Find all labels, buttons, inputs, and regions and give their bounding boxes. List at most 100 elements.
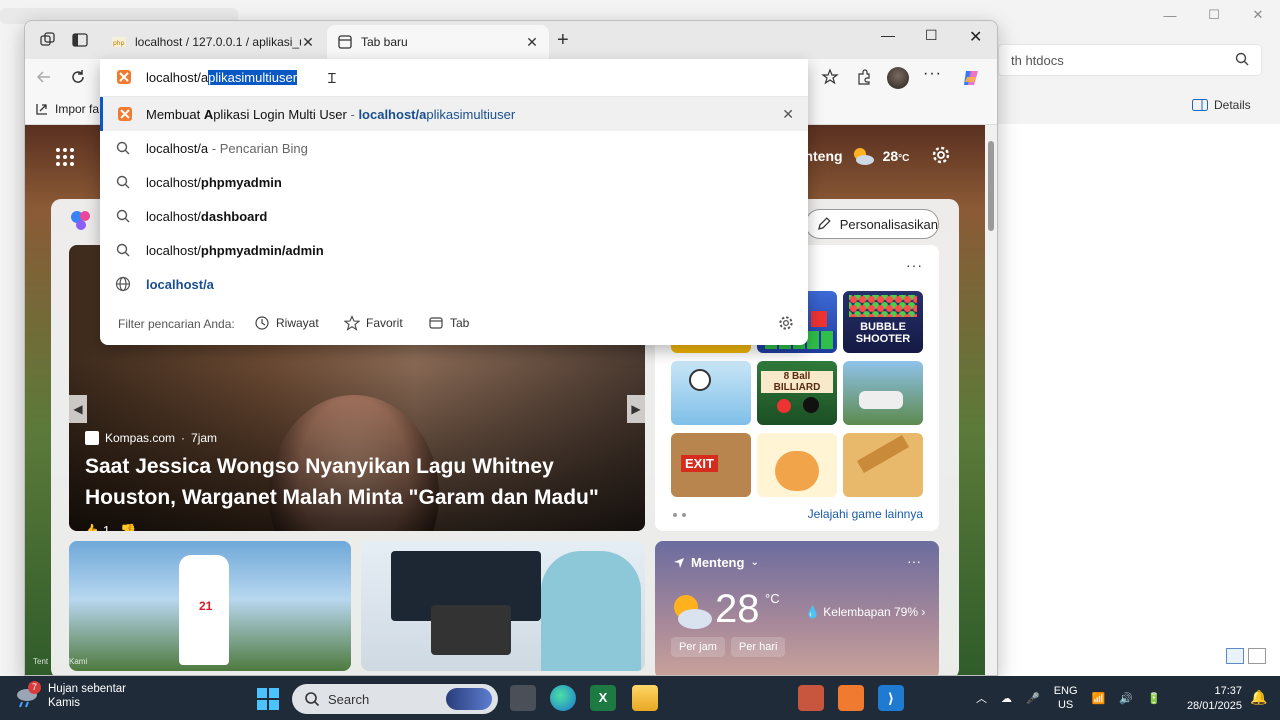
suggestion-search[interactable]: localhost/phpmyadmin/admin bbox=[100, 233, 808, 267]
import-favorites-button[interactable]: Impor fa bbox=[35, 102, 99, 116]
person-image bbox=[541, 551, 641, 671]
details-button[interactable]: Details bbox=[1192, 98, 1251, 112]
ball-eight bbox=[803, 397, 819, 413]
remove-suggestion-icon[interactable]: ✕ bbox=[782, 106, 794, 123]
wifi-icon[interactable]: 📶 bbox=[1092, 692, 1106, 705]
copilot-icon[interactable] bbox=[961, 68, 981, 88]
pager-dot[interactable] bbox=[682, 513, 686, 517]
xampp-favicon-icon bbox=[117, 70, 131, 84]
workspaces-icon[interactable] bbox=[39, 31, 57, 49]
close-tab-icon[interactable]: ✕ bbox=[525, 34, 539, 51]
carousel-next-arrow-icon[interactable]: ▶ bbox=[627, 395, 645, 423]
game-tile-wood-puzzle[interactable] bbox=[843, 433, 923, 497]
minimize-icon[interactable]: — bbox=[881, 27, 895, 43]
maximize-icon[interactable]: ☐ bbox=[1192, 0, 1236, 30]
battery-icon[interactable]: 🔋 bbox=[1147, 692, 1161, 705]
svg-text:php: php bbox=[113, 40, 125, 47]
weather-card[interactable]: Menteng ⌄ ··· 28 °C 💧 Kelembapan 79% › P… bbox=[655, 541, 939, 675]
typed-text: localhost/a bbox=[146, 70, 209, 85]
personalize-button[interactable]: Personalisasikan bbox=[805, 209, 939, 239]
page-scrollbar[interactable] bbox=[985, 125, 997, 675]
news-card-football[interactable]: 21 bbox=[69, 541, 351, 671]
game-tile-exit[interactable]: EXIT bbox=[671, 433, 751, 497]
input-language-indicator[interactable]: ENG US bbox=[1054, 684, 1078, 712]
tab-per-jam[interactable]: Per jam bbox=[671, 637, 725, 657]
refresh-icon[interactable] bbox=[69, 68, 87, 86]
game-tile-bubble-shooter[interactable]: BUBBLE SHOOTER bbox=[843, 291, 923, 353]
suggestion-text: Membuat Aplikasi Login Multi User - loca… bbox=[146, 106, 516, 122]
windows-start-icon[interactable] bbox=[256, 687, 280, 711]
explorer-search-input[interactable]: th htdocs bbox=[998, 44, 1262, 76]
pager-dot[interactable] bbox=[673, 513, 677, 517]
suggestion-search[interactable]: localhost/a - Pencarian Bing bbox=[100, 131, 808, 165]
suggestion-url[interactable]: localhost/a bbox=[100, 267, 808, 301]
microphone-icon[interactable]: 🎤 bbox=[1026, 692, 1040, 705]
lang-top: ENG bbox=[1053, 685, 1078, 697]
extensions-icon[interactable] bbox=[855, 68, 873, 86]
news-source: Kompas.com · 7jam bbox=[85, 431, 217, 445]
file-explorer-taskbar-icon[interactable] bbox=[632, 685, 658, 711]
games-more-icon[interactable]: ··· bbox=[906, 257, 923, 273]
filter-history-button[interactable]: Riwayat bbox=[254, 315, 319, 331]
minimize-icon[interactable]: — bbox=[1148, 0, 1192, 30]
edge-taskbar-icon[interactable] bbox=[550, 685, 576, 711]
footer-fragment[interactable]: Kami bbox=[69, 657, 87, 666]
vscode-taskbar-icon[interactable]: ⟩ bbox=[878, 685, 904, 711]
lang-bottom: US bbox=[1057, 699, 1074, 711]
notification-bell-icon[interactable]: 🔔 bbox=[1250, 689, 1267, 706]
carousel-prev-arrow-icon[interactable]: ◀ bbox=[69, 395, 87, 423]
more-menu-icon[interactable]: ··· bbox=[923, 65, 942, 83]
suggestion-search[interactable]: localhost/dashboard bbox=[100, 199, 808, 233]
rain-cloud-icon: 7 bbox=[14, 681, 41, 709]
more-games-link[interactable]: Jelajahi game lainnya bbox=[808, 507, 923, 521]
game-tile-billiard[interactable]: 8 Ball BILLIARD bbox=[757, 361, 837, 425]
suggestion-search[interactable]: localhost/phpmyadmin bbox=[100, 165, 808, 199]
filter-tabs-button[interactable]: Tab bbox=[428, 315, 469, 331]
taskbar-search-box[interactable]: Search bbox=[292, 684, 498, 714]
favorites-icon[interactable] bbox=[821, 68, 839, 86]
settings-gear-icon[interactable] bbox=[931, 145, 951, 165]
excel-taskbar-icon[interactable]: X bbox=[590, 685, 616, 711]
back-icon[interactable] bbox=[35, 68, 53, 86]
game-tile-racing[interactable] bbox=[843, 361, 923, 425]
new-tab-button[interactable]: + bbox=[557, 29, 569, 52]
humidity-link[interactable]: 💧 Kelembapan 79% › bbox=[805, 605, 925, 619]
autocomplete-selection: plikasimultiuser bbox=[208, 70, 298, 85]
game-tile-thief[interactable] bbox=[671, 361, 751, 425]
weather-more-icon[interactable]: ··· bbox=[907, 553, 921, 569]
app-launcher-icon[interactable] bbox=[55, 147, 75, 167]
hero-headline[interactable]: Saat Jessica Wongso Nyanyikan Lagu Whitn… bbox=[85, 451, 633, 513]
address-bar-input[interactable]: localhost/aplikasimultiuser Ɪ bbox=[100, 59, 808, 97]
show-hidden-icons-chevron-icon[interactable]: ︿ bbox=[976, 690, 987, 706]
large-icons-view-icon[interactable] bbox=[1248, 648, 1266, 664]
tab-per-hari[interactable]: Per hari bbox=[730, 637, 786, 657]
tab-phpmyadmin[interactable]: php localhost / 127.0.0.1 / aplikasi_uas… bbox=[101, 25, 325, 59]
game-tile-cat[interactable] bbox=[757, 433, 837, 497]
footer-about-link[interactable]: Tent bbox=[33, 657, 48, 666]
close-window-icon[interactable]: ✕ bbox=[969, 27, 982, 47]
vertical-tabs-icon[interactable] bbox=[71, 31, 89, 49]
taskbar-clock[interactable]: 17:37 28/01/2025 bbox=[1182, 684, 1242, 714]
onedrive-cloud-icon[interactable]: ☁ bbox=[1001, 692, 1012, 705]
block-piece bbox=[811, 311, 827, 327]
taskbar-weather-widget[interactable]: 7 Hujan sebentar Kamis bbox=[14, 681, 126, 710]
tab-new-tab[interactable]: Tab baru ✕ bbox=[327, 25, 549, 59]
profile-avatar[interactable] bbox=[887, 67, 909, 89]
like-button[interactable]: 👍 1 bbox=[83, 523, 110, 531]
close-tab-icon[interactable]: ✕ bbox=[301, 34, 315, 51]
suggestion-history[interactable]: Membuat Aplikasi Login Multi User - loca… bbox=[100, 97, 808, 131]
close-icon[interactable]: ✕ bbox=[1236, 0, 1280, 30]
details-view-icon[interactable] bbox=[1226, 648, 1244, 664]
filter-favorites-button[interactable]: Favorit bbox=[344, 315, 403, 331]
search-settings-gear-icon[interactable] bbox=[778, 315, 794, 331]
weather-card-location[interactable]: Menteng ⌄ bbox=[673, 555, 759, 570]
dislike-icon[interactable]: 👎 bbox=[120, 523, 136, 531]
task-view-icon[interactable] bbox=[510, 685, 536, 711]
snipping-tool-taskbar-icon[interactable] bbox=[798, 685, 824, 711]
scrollbar-thumb[interactable] bbox=[988, 141, 994, 231]
maximize-icon[interactable]: ☐ bbox=[925, 27, 938, 44]
globe-icon bbox=[100, 276, 146, 292]
xampp-taskbar-icon[interactable] bbox=[838, 685, 864, 711]
volume-icon[interactable]: 🔊 bbox=[1119, 692, 1133, 705]
news-card-tech[interactable] bbox=[361, 541, 645, 671]
